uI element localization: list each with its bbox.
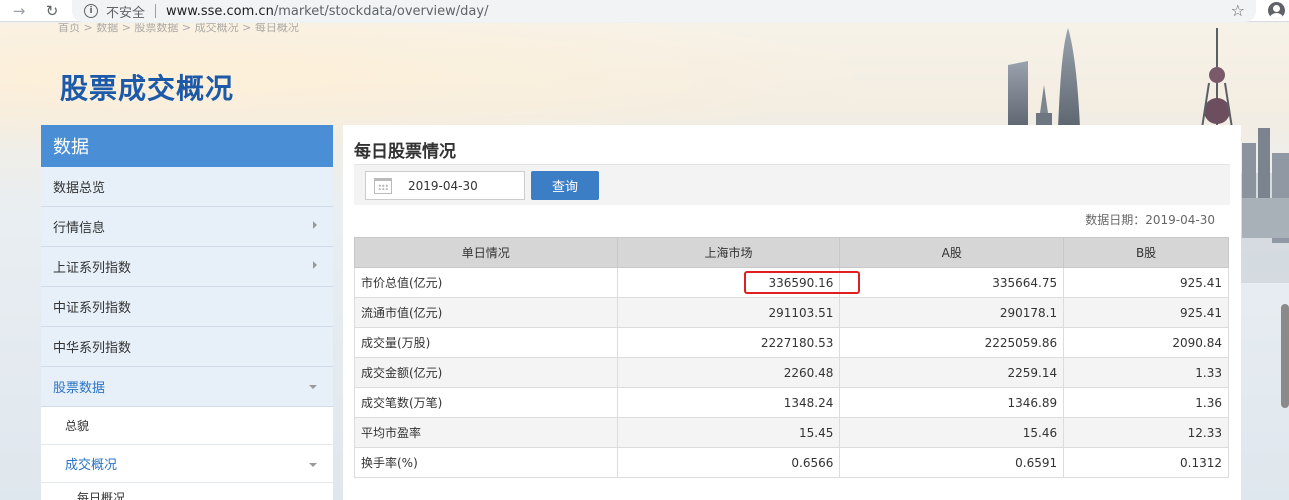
sidebar-item-china-indices[interactable]: 中华系列指数: [41, 327, 333, 367]
row-label: 成交金额(亿元): [354, 357, 618, 388]
sidebar-subitem-overview[interactable]: 总貌: [41, 407, 333, 445]
sidebar-subsubitem-label: 每日概况: [77, 491, 126, 500]
table-cell: 2227180.53: [616, 327, 841, 358]
column-header: A股: [839, 237, 1065, 268]
chevron-down-icon: [309, 463, 317, 467]
table-cell: 1.33: [1063, 357, 1229, 388]
table-row: 平均市盈率 15.45 15.46 12.33: [354, 417, 1229, 448]
table-cell: 925.41: [1063, 297, 1229, 328]
chevron-down-icon: [309, 385, 317, 389]
breadcrumb: 首页 > 数据 > 股票数据 > 成交概况 > 每日概况: [58, 23, 299, 34]
panel-title: 每日股票情况: [354, 142, 456, 162]
bookmark-star-icon[interactable]: ☆: [1231, 1, 1245, 20]
browser-toolbar: → ↻ i 不安全 www.sse.com.cn/market/stockdat…: [0, 0, 1289, 22]
table-cell: 2260.48: [616, 357, 841, 388]
sidebar-item-sse-indices[interactable]: 上证系列指数: [41, 247, 333, 287]
row-label: 市价总值(亿元): [354, 267, 618, 298]
sidebar-item-label: 股票数据: [53, 381, 106, 396]
sidebar-item-label: 行情信息: [53, 221, 106, 236]
sidebar-subitem-label: 成交概况: [65, 458, 118, 473]
column-header: 单日情况: [354, 237, 618, 268]
table-row: 成交量(万股) 2227180.53 2225059.86 2090.84: [354, 327, 1229, 358]
sidebar-subitem-label: 总貌: [65, 419, 90, 433]
table-cell: 2259.14: [839, 357, 1065, 388]
info-icon[interactable]: i: [84, 4, 98, 18]
reload-icon[interactable]: ↻: [42, 0, 62, 22]
sidebar: 数据 数据总览 行情信息 上证系列指数 中证系列指数 中华系列指数 股票数据 总…: [41, 125, 333, 500]
date-value: 2019-04-30: [408, 178, 478, 193]
table-cell: 15.46: [839, 417, 1065, 448]
sidebar-item-label: 上证系列指数: [53, 261, 132, 276]
row-label: 成交笔数(万笔): [354, 387, 618, 418]
column-header: 上海市场: [616, 237, 841, 268]
row-label: 换手率(%): [354, 447, 618, 478]
row-label: 流通市值(亿元): [354, 297, 618, 328]
table-cell: 12.33: [1063, 417, 1229, 448]
data-date-label: 数据日期：2019-04-30: [1085, 213, 1215, 227]
table-cell: 1348.24: [616, 387, 841, 418]
table-row: 成交笔数(万笔) 1348.24 1346.89 1.36: [354, 387, 1229, 418]
sidebar-item-market-info[interactable]: 行情信息: [41, 207, 333, 247]
profile-avatar-icon[interactable]: [1268, 2, 1285, 19]
row-label: 成交量(万股): [354, 327, 618, 358]
sidebar-item-data-overview[interactable]: 数据总览: [41, 167, 333, 207]
url-path: /market/stockdata/overview/day/: [273, 3, 489, 19]
divider: [155, 4, 157, 18]
main-panel: 每日股票情况 2019-04-30 查询 数据日期：2019-04-30 单日情…: [343, 125, 1241, 500]
table-cell: 335664.75: [839, 267, 1065, 298]
sidebar-item-label: 中证系列指数: [53, 301, 132, 316]
table-cell: 291103.51: [616, 297, 841, 328]
table-row: 市价总值(亿元) 336590.16 335664.75 925.41: [354, 267, 1229, 298]
insecure-label: 不安全: [106, 5, 146, 21]
query-bar: 2019-04-30 查询: [354, 165, 1230, 205]
sidebar-item-csi-indices[interactable]: 中证系列指数: [41, 287, 333, 327]
table-cell: 0.6566: [616, 447, 841, 478]
table-row: 换手率(%) 0.6566 0.6591 0.1312: [354, 447, 1229, 478]
address-bar[interactable]: i 不安全 www.sse.com.cn/market/stockdata/ov…: [72, 0, 1256, 22]
table-cell: 2090.84: [1063, 327, 1229, 358]
page-scrollbar[interactable]: [1281, 304, 1289, 408]
table-cell: 0.6591: [839, 447, 1065, 478]
sidebar-item-stock-data[interactable]: 股票数据: [41, 367, 333, 407]
table-row: 成交金额(亿元) 2260.48 2259.14 1.33: [354, 357, 1229, 388]
back-arrow-icon[interactable]: →: [9, 0, 29, 22]
sidebar-item-label: 数据总览: [53, 181, 106, 196]
table-cell: 1346.89: [839, 387, 1065, 418]
date-input[interactable]: 2019-04-30: [365, 171, 525, 200]
table-header-row: 单日情况 上海市场 A股 B股: [354, 237, 1229, 268]
row-label: 平均市盈率: [354, 417, 618, 448]
table-cell: 1.36: [1063, 387, 1229, 418]
query-button[interactable]: 查询: [531, 171, 599, 200]
table-cell: 0.1312: [1063, 447, 1229, 478]
url-host: www.sse.com.cn: [166, 3, 274, 19]
table-cell: 2225059.86: [839, 327, 1065, 358]
table-cell: 336590.16: [616, 267, 841, 298]
sidebar-subitem-trading-summary[interactable]: 成交概况: [41, 445, 333, 483]
sidebar-title: 数据: [41, 125, 333, 167]
table-cell: 290178.1: [839, 297, 1065, 328]
sidebar-subsubitem-daily-summary[interactable]: 每日概况: [41, 483, 333, 500]
column-header: B股: [1063, 237, 1229, 268]
page-title: 股票成交概况: [60, 72, 235, 105]
stock-table: 单日情况 上海市场 A股 B股 市价总值(亿元) 336590.16 33566…: [354, 237, 1229, 478]
calendar-icon[interactable]: [374, 177, 392, 194]
sidebar-item-label: 中华系列指数: [53, 341, 132, 356]
chevron-right-icon: [313, 261, 317, 269]
table-row: 流通市值(亿元) 291103.51 290178.1 925.41: [354, 297, 1229, 328]
chevron-right-icon: [313, 221, 317, 229]
table-cell: 15.45: [616, 417, 841, 448]
table-cell: 925.41: [1063, 267, 1229, 298]
